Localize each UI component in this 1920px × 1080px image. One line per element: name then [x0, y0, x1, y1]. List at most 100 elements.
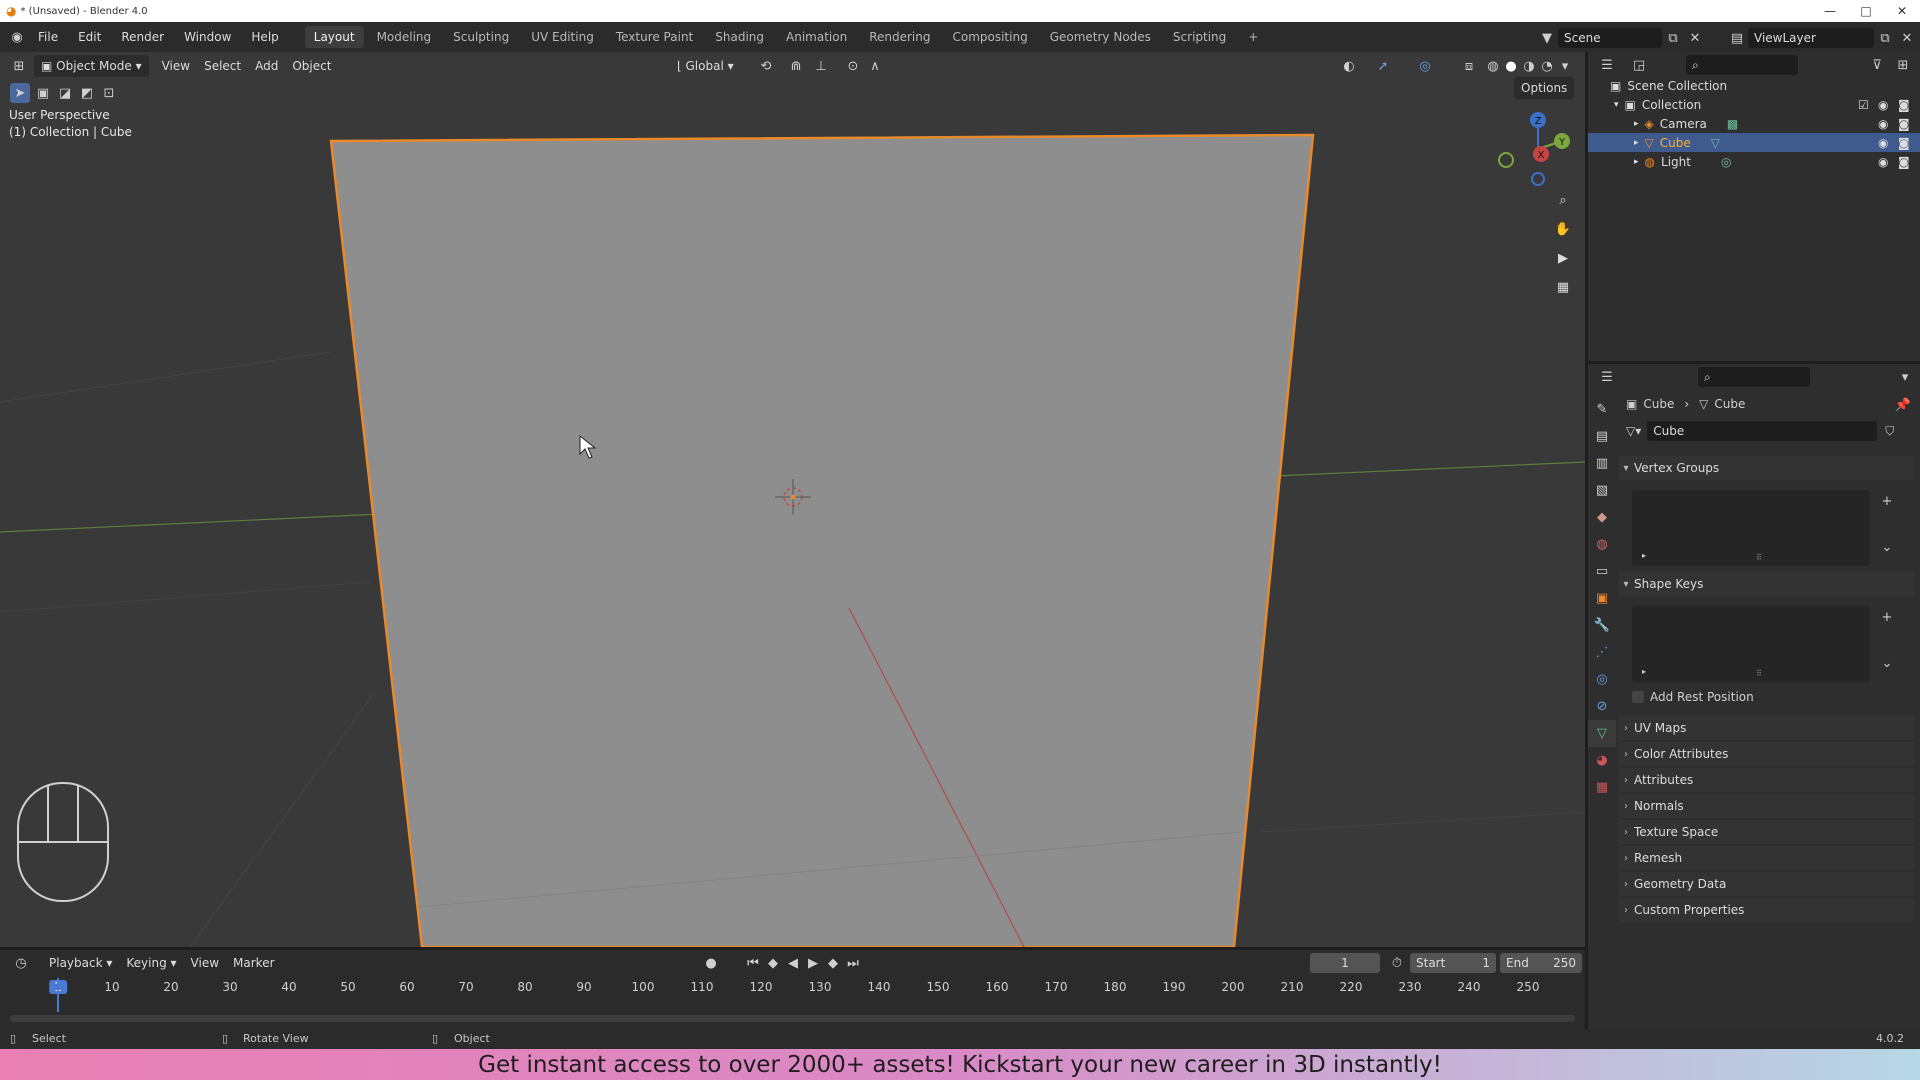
mesh-data-tab-icon[interactable]: ▽ — [1588, 720, 1616, 747]
playback-menu[interactable]: Playback ▾ — [42, 952, 119, 974]
eye-icon[interactable]: ◉ — [1878, 136, 1888, 150]
current-frame-field[interactable]: 1 — [1310, 953, 1380, 973]
fake-user-icon[interactable]: ⛉ — [1885, 424, 1894, 439]
play-reverse-icon[interactable]: ◀ — [782, 952, 804, 974]
breadcrumb-object[interactable]: Cube — [1643, 397, 1674, 411]
remove-viewlayer-icon[interactable]: ✕ — [1896, 27, 1918, 49]
end-frame-field[interactable]: End 250 — [1500, 953, 1582, 973]
play-icon[interactable]: ▶ — [802, 952, 824, 974]
mode-dropdown[interactable]: ▣ Object Mode ▾ — [34, 55, 149, 77]
gizmo-neg-y-icon[interactable] — [1498, 152, 1514, 168]
select-extend-icon[interactable]: ◪ — [56, 83, 74, 103]
output-tab-icon[interactable]: ▥ — [1588, 450, 1616, 477]
snap-icon[interactable]: ⋒ — [785, 55, 807, 77]
tab-sculpting[interactable]: Sculpting — [444, 26, 518, 48]
select-subtract-icon[interactable]: ◩ — [78, 83, 96, 103]
timeline-editor-icon[interactable]: ◷ — [10, 952, 32, 974]
jump-start-icon[interactable]: ⏮ — [742, 952, 764, 974]
menu-help[interactable]: Help — [241, 22, 288, 52]
new-scene-icon[interactable]: ⧉ — [1662, 27, 1684, 49]
panel-color-attributes[interactable]: › Color Attributes — [1618, 742, 1914, 766]
navigation-gizmo[interactable]: Z Y X — [1490, 104, 1570, 186]
material-tab-icon[interactable]: ◕ — [1588, 747, 1616, 774]
panel-shape-keys[interactable]: ▾ Shape Keys — [1618, 572, 1914, 596]
render-camera-icon[interactable]: ◙ — [1898, 136, 1910, 150]
checkbox-icon[interactable]: ☑ — [1858, 98, 1869, 112]
gizmo-toggle-icon[interactable]: ➚ — [1372, 55, 1394, 77]
physics-tab-icon[interactable]: ◎ — [1588, 666, 1616, 693]
playhead[interactable] — [57, 978, 59, 1012]
menu-window[interactable]: Window — [174, 22, 241, 52]
pin-icon[interactable]: 📌 — [1892, 394, 1914, 416]
promo-banner[interactable]: Get instant access to over 2000+ assets!… — [0, 1049, 1920, 1080]
vertex-groups-list[interactable]: ▸ ⠿ — [1632, 490, 1870, 566]
jump-keyframe-back-icon[interactable]: ◆ — [762, 952, 784, 974]
properties-editor-icon[interactable]: ☰ — [1596, 366, 1618, 388]
properties-search[interactable]: ⌕ — [1698, 367, 1810, 387]
select-intersect-icon[interactable]: ⊡ — [100, 83, 118, 103]
mesh-data-icon[interactable]: ▽ — [1711, 136, 1720, 150]
falloff-icon[interactable]: ∧ — [864, 55, 886, 77]
camera-data-icon[interactable]: ▩ — [1727, 117, 1738, 131]
add-rest-position-checkbox[interactable] — [1632, 691, 1644, 703]
add-shape-key-icon[interactable]: + — [1876, 606, 1898, 628]
render-camera-icon[interactable]: ◙ — [1898, 155, 1910, 169]
start-frame-field[interactable]: Start 1 — [1410, 953, 1496, 973]
new-collection-icon[interactable]: ⊞ — [1892, 54, 1914, 76]
jump-end-icon[interactable]: ⏭ — [842, 952, 864, 974]
view-menu[interactable]: View — [155, 55, 197, 77]
tab-layout[interactable]: Layout — [304, 26, 364, 48]
render-tab-icon[interactable]: ▤ — [1588, 423, 1616, 450]
menu-edit[interactable]: Edit — [68, 22, 111, 52]
mesh-browse-icon[interactable]: ▽▾ — [1626, 424, 1641, 438]
ortho-grid-icon[interactable]: ▦ — [1550, 274, 1576, 300]
texture-tab-icon[interactable]: ▦ — [1588, 774, 1616, 801]
render-camera-icon[interactable]: ◙ — [1898, 98, 1910, 112]
blender-menu-icon[interactable]: ◉ — [6, 26, 28, 48]
panel-attributes[interactable]: › Attributes — [1618, 768, 1914, 792]
tab-shading[interactable]: Shading — [706, 26, 773, 48]
remove-scene-icon[interactable]: ✕ — [1684, 27, 1706, 49]
close-button[interactable]: ✕ — [1884, 0, 1920, 22]
pan-hand-icon[interactable]: ✋ — [1550, 216, 1576, 242]
maximize-button[interactable]: □ — [1848, 0, 1884, 22]
menu-render[interactable]: Render — [111, 22, 174, 52]
zoom-icon[interactable]: ⌕ — [1550, 187, 1576, 213]
render-camera-icon[interactable]: ◙ — [1898, 117, 1910, 131]
panel-vertex-groups[interactable]: ▾ Vertex Groups — [1618, 456, 1914, 480]
world-tab-icon[interactable]: ◍ — [1588, 531, 1616, 558]
camera-view-icon[interactable]: ▶ — [1550, 245, 1576, 271]
collection-tab-icon[interactable]: ▭ — [1588, 558, 1616, 585]
tab-modeling[interactable]: Modeling — [368, 26, 441, 48]
display-mode-icon[interactable]: ◲ — [1628, 54, 1650, 76]
new-viewlayer-icon[interactable]: ⧉ — [1874, 27, 1896, 49]
outliner-row-light[interactable]: ▸ ◍ Light ◎ ◉ ◙ — [1588, 152, 1920, 171]
modifier-tab-icon[interactable]: 🔧 — [1588, 612, 1616, 639]
outliner-row-camera[interactable]: ▸ ◈ Camera ▩ ◉ ◙ — [1588, 114, 1920, 133]
add-menu[interactable]: Add — [248, 55, 285, 77]
panel-remesh[interactable]: › Remesh — [1618, 846, 1914, 870]
3d-viewport[interactable]: ⊞ ▣ Object Mode ▾ View Select Add Object… — [0, 52, 1585, 947]
stopwatch-icon[interactable]: ⏱ — [1386, 952, 1408, 974]
mesh-name-field[interactable]: Cube — [1647, 421, 1878, 441]
object-menu[interactable]: Object — [285, 55, 338, 77]
tab-geometry-nodes[interactable]: Geometry Nodes — [1041, 26, 1160, 48]
keying-menu[interactable]: Keying ▾ — [119, 952, 183, 974]
eye-icon[interactable]: ◉ — [1878, 155, 1888, 169]
transform-orientation-dropdown[interactable]: ⌊ Global ▾ — [670, 55, 741, 77]
timeline-ruler[interactable]: 1102030405060708090100110120130140150160… — [0, 980, 1585, 998]
visibility-icon[interactable]: ◐ — [1338, 55, 1360, 77]
light-data-icon[interactable]: ◎ — [1721, 155, 1731, 169]
vertex-group-menu-icon[interactable]: ⌄ — [1876, 536, 1898, 558]
overlay-toggle-icon[interactable]: ◎ — [1414, 55, 1436, 77]
properties-options-icon[interactable]: ▾ — [1894, 366, 1916, 388]
options-button[interactable]: Options — [1514, 77, 1575, 99]
list-expand-icon[interactable]: ▸ — [1642, 551, 1646, 560]
select-new-icon[interactable]: ▣ — [34, 83, 52, 103]
shape-keys-list[interactable]: ▸ ⠿ — [1632, 606, 1870, 682]
menu-file[interactable]: File — [28, 22, 68, 52]
tab-scripting[interactable]: Scripting — [1164, 26, 1235, 48]
scene-field[interactable]: Scene — [1558, 28, 1662, 48]
proportional-edit-icon[interactable]: ⊙ — [842, 55, 864, 77]
shading-options-icon[interactable]: ▾ — [1554, 55, 1576, 77]
